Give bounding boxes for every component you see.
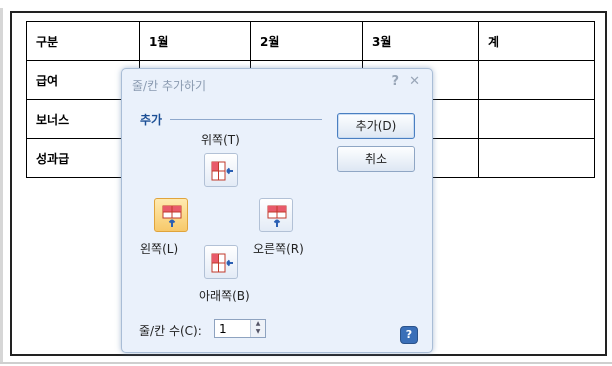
spin-up-icon[interactable]: ▲ bbox=[251, 320, 265, 328]
group-label: 추가 bbox=[140, 113, 163, 127]
insert-below-button[interactable] bbox=[204, 245, 238, 279]
table-row: 구분 1월 2월 3월 계 bbox=[26, 21, 595, 61]
above-label: 위쪽(T) bbox=[201, 133, 240, 147]
insert-below-icon bbox=[211, 253, 233, 273]
table-cell[interactable] bbox=[478, 99, 595, 139]
spin-down-icon[interactable]: ▼ bbox=[251, 328, 265, 336]
table-cell[interactable] bbox=[478, 138, 595, 178]
insert-left-button[interactable] bbox=[154, 198, 188, 232]
count-label: 줄/칸 수(C): bbox=[139, 324, 202, 338]
right-label: 오른쪽(R) bbox=[253, 242, 304, 256]
insert-left-icon bbox=[162, 205, 182, 227]
left-label: 왼쪽(L) bbox=[140, 242, 179, 256]
table-cell[interactable]: 계 bbox=[478, 21, 595, 61]
add-button[interactable]: 추가(D) bbox=[337, 113, 415, 139]
bottom-margin-line bbox=[0, 362, 612, 364]
below-label: 아래쪽(B) bbox=[199, 289, 250, 303]
table-cell[interactable]: 3월 bbox=[362, 21, 479, 61]
insert-right-button[interactable] bbox=[259, 198, 293, 232]
help-button[interactable]: ? bbox=[400, 326, 418, 344]
spin-buttons: ▲ ▼ bbox=[250, 320, 265, 337]
add-row-column-dialog: 줄/칸 추가하기 ? ✕ 추가 위쪽(T) 왼쪽(L) 오른쪽(R) 아래쪽(B… bbox=[121, 68, 433, 353]
left-margin-line bbox=[0, 8, 3, 364]
close-icon[interactable]: ✕ bbox=[409, 74, 420, 89]
insert-above-icon bbox=[211, 161, 233, 181]
cancel-button[interactable]: 취소 bbox=[337, 146, 415, 172]
help-icon[interactable]: ? bbox=[392, 74, 400, 89]
count-value[interactable]: 1 bbox=[219, 322, 227, 336]
count-stepper[interactable]: 1 ▲ ▼ bbox=[214, 319, 266, 338]
table-cell[interactable]: 구분 bbox=[26, 21, 140, 61]
table-cell[interactable] bbox=[478, 60, 595, 100]
table-cell[interactable]: 2월 bbox=[250, 21, 363, 61]
dialog-title: 줄/칸 추가하기 bbox=[132, 79, 207, 93]
insert-above-button[interactable] bbox=[204, 153, 238, 187]
table-cell[interactable]: 1월 bbox=[139, 21, 251, 61]
insert-right-icon bbox=[267, 205, 287, 227]
group-divider bbox=[170, 119, 322, 120]
